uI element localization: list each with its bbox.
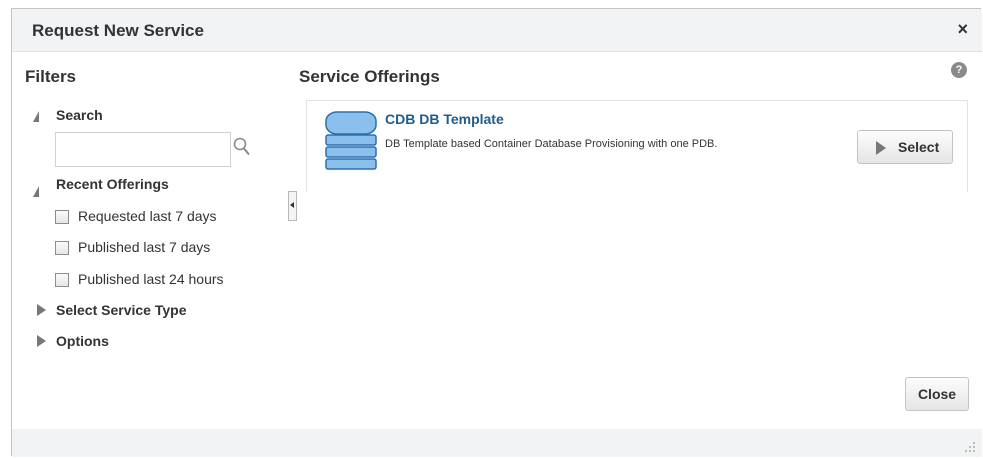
published-last-7-days-label[interactable]: Published last 7 days bbox=[78, 239, 210, 255]
requested-last-7-days-checkbox[interactable] bbox=[55, 210, 69, 224]
offering-name-link[interactable]: CDB DB Template bbox=[385, 111, 504, 127]
published-last-7-days-checkbox[interactable] bbox=[55, 241, 69, 255]
select-service-type-label[interactable]: Select Service Type bbox=[56, 302, 186, 318]
search-icon[interactable] bbox=[233, 137, 251, 157]
offering-description: DB Template based Container Database Pro… bbox=[385, 138, 718, 150]
database-icon bbox=[325, 111, 377, 170]
request-new-service-dialog: Request New Service × Filters Search Rec… bbox=[11, 8, 982, 457]
close-button[interactable]: Close bbox=[905, 377, 969, 411]
options-label[interactable]: Options bbox=[56, 333, 109, 349]
select-button-label: Select bbox=[898, 139, 940, 155]
dialog-title: Request New Service bbox=[32, 21, 204, 40]
service-offerings-heading: Service Offerings bbox=[299, 67, 440, 86]
resize-grip-icon[interactable] bbox=[964, 441, 976, 453]
search-section-label[interactable]: Search bbox=[56, 107, 103, 123]
select-button[interactable]: Select bbox=[857, 130, 953, 164]
panel-splitter[interactable] bbox=[288, 191, 297, 221]
collapse-search-icon[interactable] bbox=[33, 111, 39, 122]
expand-options-icon[interactable] bbox=[37, 335, 46, 347]
dialog-footer bbox=[12, 429, 982, 457]
help-icon[interactable]: ? bbox=[951, 62, 967, 78]
offering-card: CDB DB Template DB Template based Contai… bbox=[306, 100, 968, 192]
close-icon[interactable]: × bbox=[957, 20, 968, 38]
play-icon bbox=[876, 141, 886, 155]
filters-heading: Filters bbox=[25, 67, 77, 86]
published-last-24-hours-checkbox[interactable] bbox=[55, 273, 69, 287]
collapse-left-icon bbox=[290, 202, 294, 208]
collapse-recent-offerings-icon[interactable] bbox=[33, 186, 39, 197]
published-last-24-hours-label[interactable]: Published last 24 hours bbox=[78, 271, 224, 287]
expand-select-service-type-icon[interactable] bbox=[37, 304, 46, 316]
search-input[interactable] bbox=[55, 132, 231, 167]
requested-last-7-days-label[interactable]: Requested last 7 days bbox=[78, 208, 217, 224]
recent-offerings-label[interactable]: Recent Offerings bbox=[56, 176, 169, 192]
dialog-title-bar: Request New Service × bbox=[12, 9, 982, 52]
